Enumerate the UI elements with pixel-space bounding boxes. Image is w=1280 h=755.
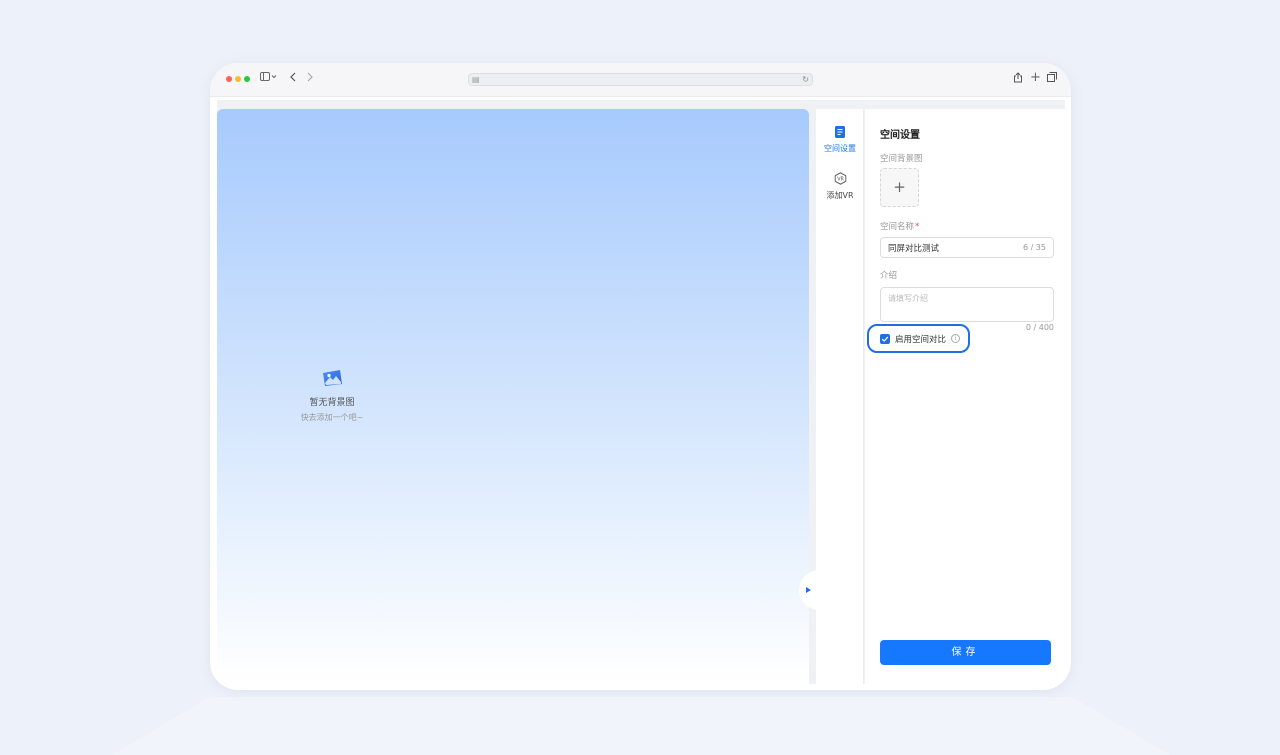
play-arrow-icon xyxy=(806,587,811,593)
address-bar[interactable]: ▤ ↻ xyxy=(468,73,813,86)
intro-count: 0 / 400 xyxy=(1025,323,1054,332)
space-name-count: 6 / 35 xyxy=(1022,243,1046,252)
app-area: 暂无背景图 快去添加一个吧~ 空间设置 VR 添加VR 空间设置 空间背景图 +… xyxy=(217,100,1065,684)
reload-icon[interactable]: ↻ xyxy=(802,74,809,85)
space-name-value: 同屏对比测试 xyxy=(888,244,940,254)
minimize-window-button[interactable] xyxy=(235,76,241,82)
browser-window: ▤ ↻ + 暂无背景图 快去添加一个吧~ 空间设置 VR 添加VR 空间设置 空… xyxy=(210,63,1071,690)
share-icon[interactable] xyxy=(1013,72,1023,87)
empty-subtitle: 快去添加一个吧~ xyxy=(300,413,364,422)
background-label: 空间背景图 xyxy=(880,154,923,164)
enable-compare-option[interactable]: 启用空间对比 i xyxy=(867,324,970,353)
zoom-window-button[interactable] xyxy=(244,76,250,82)
sidebar-item-add-vr[interactable]: VR 添加VR xyxy=(816,172,864,201)
settings-sidebar: 空间设置 VR 添加VR xyxy=(816,109,864,684)
back-icon[interactable] xyxy=(289,72,297,86)
sidebar-item-label: 空间设置 xyxy=(824,144,856,153)
name-label: 空间名称* xyxy=(880,220,919,232)
browser-toolbar: ▤ ↻ + xyxy=(210,63,1071,97)
document-icon xyxy=(835,126,845,138)
intro-label: 介绍 xyxy=(880,271,898,281)
enable-compare-checkbox[interactable] xyxy=(880,334,890,344)
space-name-input[interactable]: 同屏对比测试 6 / 35 xyxy=(880,237,1054,258)
svg-text:VR: VR xyxy=(837,177,844,183)
vr-icon: VR xyxy=(834,172,846,185)
enable-compare-label: 启用空间对比 xyxy=(895,335,947,345)
intro-textarea[interactable]: 请填写介绍 xyxy=(880,287,1054,322)
stage-base xyxy=(102,697,1180,755)
sidebar-item-label: 添加VR xyxy=(826,191,854,200)
page-icon: ▤ xyxy=(472,75,480,84)
name-label-text: 空间名称 xyxy=(880,222,915,232)
settings-panel: 空间设置 空间背景图 + 空间名称* 同屏对比测试 6 / 35 介绍 请填写介… xyxy=(865,109,1065,684)
info-icon[interactable]: i xyxy=(951,334,960,343)
required-mark: * xyxy=(915,222,920,232)
upload-background-button[interactable]: + xyxy=(880,168,919,207)
close-window-button[interactable] xyxy=(226,76,232,82)
sidebar-item-space-settings[interactable]: 空间设置 xyxy=(816,126,864,154)
tab-overview-icon[interactable] xyxy=(1047,72,1057,86)
sidebar-toggle-icon[interactable] xyxy=(260,72,278,86)
panel-title: 空间设置 xyxy=(880,130,920,141)
image-placeholder-icon xyxy=(323,370,342,386)
new-tab-icon[interactable]: + xyxy=(1030,71,1041,85)
checkmark-icon xyxy=(881,336,889,342)
save-button[interactable]: 保存 xyxy=(880,640,1051,665)
intro-placeholder: 请填写介绍 xyxy=(888,294,928,303)
space-canvas: 暂无背景图 快去添加一个吧~ xyxy=(217,109,809,684)
empty-state: 暂无背景图 快去添加一个吧~ xyxy=(292,367,372,423)
forward-icon[interactable] xyxy=(306,72,314,86)
empty-title: 暂无背景图 xyxy=(309,398,355,408)
